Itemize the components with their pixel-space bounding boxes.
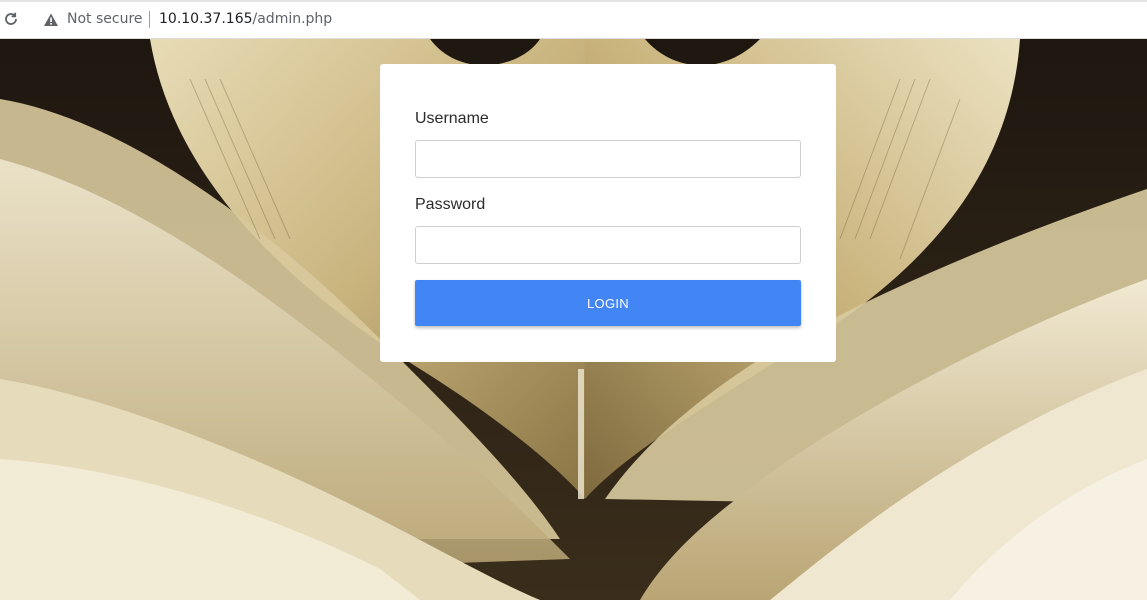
username-label: Username [415,110,489,127]
login-form-card: Username Password LOGIN [380,64,836,362]
url-path: /admin.php [252,11,333,27]
warning-triangle-icon[interactable] [43,12,59,28]
reload-icon[interactable] [3,11,19,27]
url-host: 10.10.37.165 [159,11,253,27]
login-button[interactable]: LOGIN [415,280,801,326]
page-content: Username Password LOGIN [0,39,1147,600]
username-input[interactable] [415,140,801,178]
password-label: Password [415,196,486,213]
url-field[interactable]: 10.10.37.165/admin.php [159,11,332,27]
url-divider [149,11,150,28]
security-status-label[interactable]: Not secure [67,11,143,27]
password-input[interactable] [415,226,801,264]
browser-address-bar: Not secure 10.10.37.165/admin.php [0,0,1147,39]
